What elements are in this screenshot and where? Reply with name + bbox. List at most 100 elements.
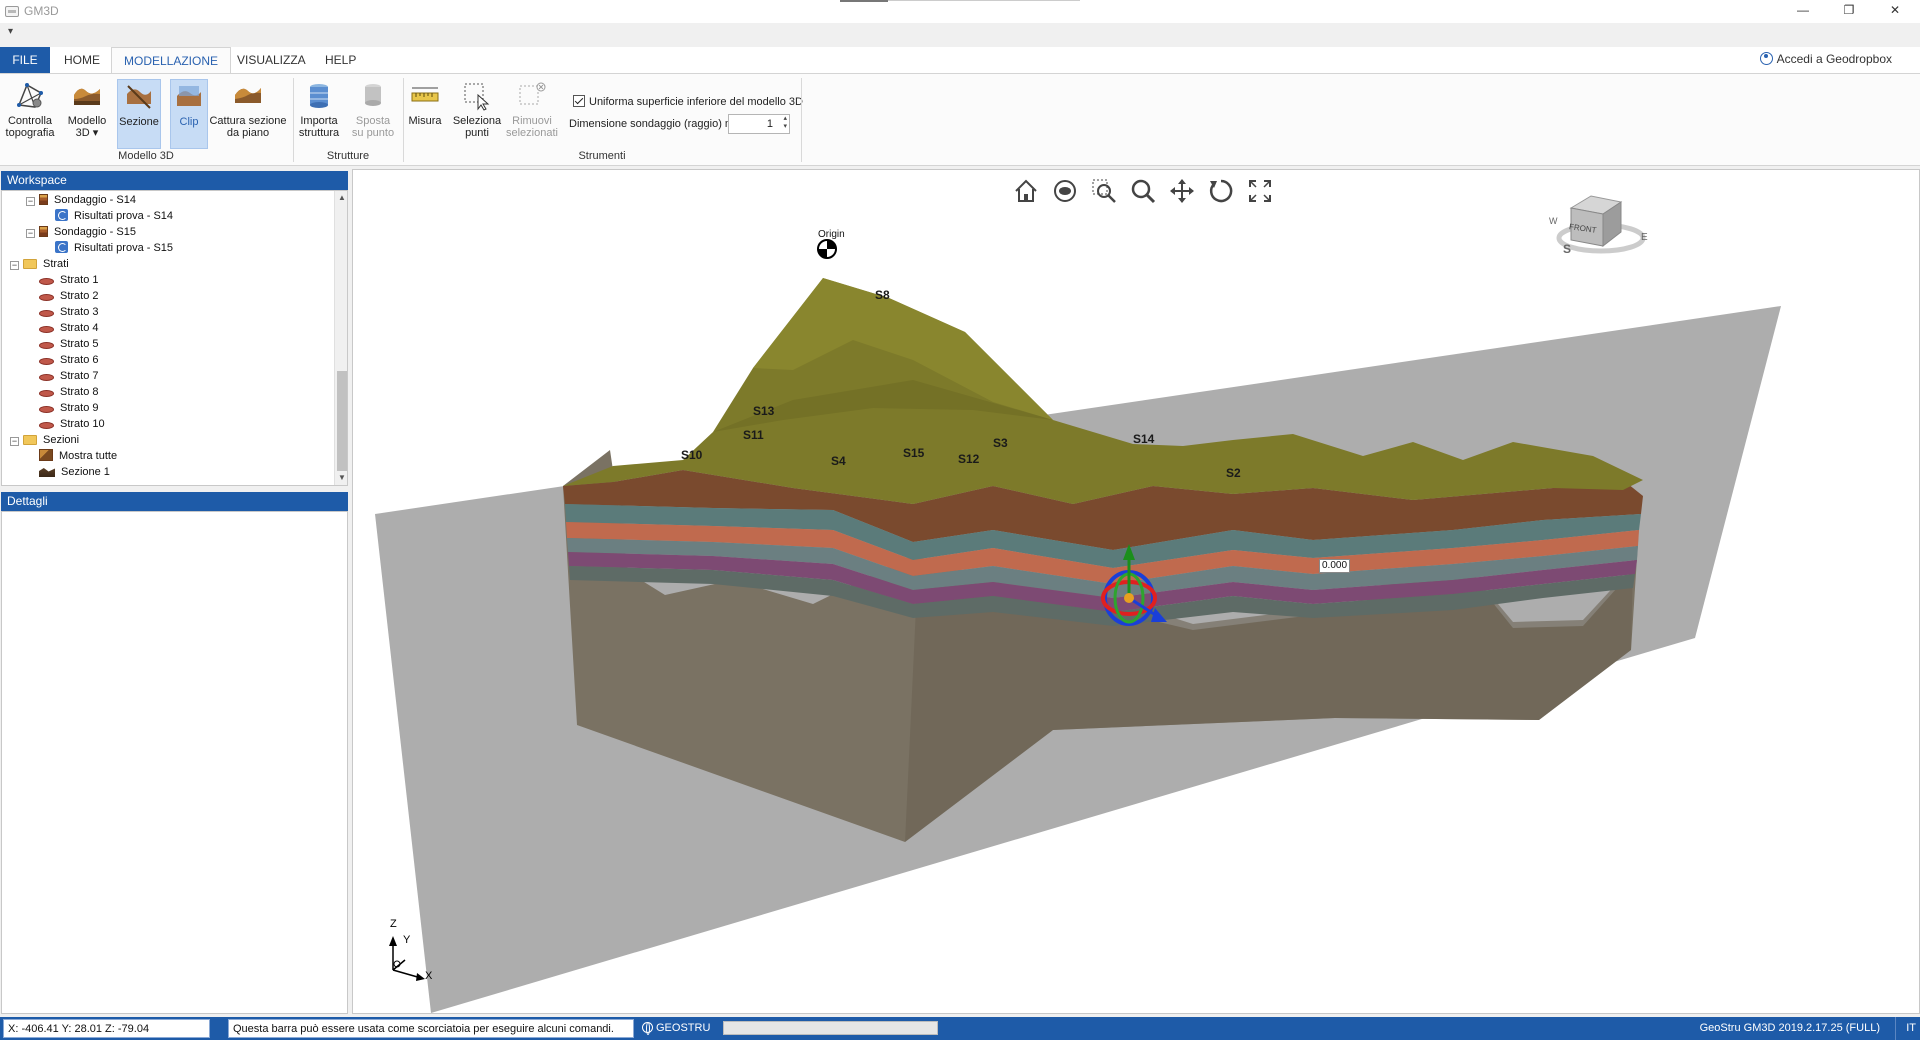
move-to-point-icon [365,84,381,106]
rimuovi-selezionati-button[interactable]: Rimuovi selezionati [506,79,558,149]
tree-expander-icon[interactable]: − [26,229,35,238]
scrollbar-thumb[interactable] [337,371,347,471]
home-view-icon[interactable] [1008,178,1044,208]
fullscreen-icon[interactable] [1242,178,1278,208]
tree-item[interactable]: Strato 6 [39,352,99,368]
tree-item[interactable]: Strato 7 [39,368,99,384]
3d-viewport[interactable]: Origin 0.000 S8 S13 S11 S10 S4 S15 S3 S1… [352,169,1920,1014]
clip-button[interactable]: Clip [170,79,208,149]
rimuovi-selezionati-label: Rimuovi selezionati [506,115,558,139]
borehole-label[interactable]: S8 [875,288,890,302]
group-separator [801,78,802,162]
tree-item[interactable]: Mostra tutte [39,448,117,464]
quick-access-toolbar-toggle[interactable]: ▾ [8,26,13,37]
importa-struttura-button[interactable]: Importa struttura [296,79,342,149]
compass-west: W [1549,216,1558,226]
details-header: Dettagli [1,492,348,511]
tree-item[interactable]: − Strati [10,256,69,272]
controlla-topografia-button[interactable]: Controlla topografia [2,79,58,149]
tree-item[interactable]: Strato 1 [39,272,99,288]
globe-icon [642,1022,653,1035]
tree-item[interactable]: Strato 4 [39,320,99,336]
login-label: Accedi a Geodropbox [1776,52,1892,66]
uniforma-superficie-checkbox[interactable]: Uniforma superficie inferiore del modell… [573,95,803,108]
tree-item[interactable]: − Sondaggio - S14 [26,192,136,208]
borehole-icon [39,194,48,205]
tree-item-label: Sondaggio - S15 [54,226,136,238]
title-bar: GM3D — ❐ ✕ [0,0,1920,23]
borehole-label[interactable]: S14 [1133,432,1154,446]
tab-home[interactable]: HOME [52,47,112,73]
borehole-icon [39,226,48,237]
title-accent-line [888,0,1080,1]
sezione-button[interactable]: Sezione [117,79,161,149]
axis-x-label: X [425,970,433,982]
scroll-up-arrow-icon[interactable]: ▲ [335,191,347,205]
tab-file[interactable]: FILE [0,47,50,73]
misura-button[interactable]: Misura [406,79,444,149]
minimize-button[interactable]: — [1780,0,1826,23]
borehole-label[interactable]: S13 [753,404,774,418]
tree-item[interactable]: Strato 9 [39,400,99,416]
command-shortcut-input[interactable]: Questa barra può essere usata come scorc… [228,1019,634,1038]
building-import-icon [310,84,328,108]
borehole-label[interactable]: S2 [1226,466,1241,480]
tree-item[interactable]: Strato 8 [39,384,99,400]
zoom-icon[interactable] [1125,178,1161,208]
tree-item-label: Sondaggio - S14 [54,194,136,206]
rotate-icon[interactable] [1203,178,1239,208]
tree-item[interactable]: − Sondaggio - S15 [26,224,136,240]
language-label[interactable]: IT [1895,1017,1916,1040]
tree-item[interactable]: Sezione 1 [39,464,110,480]
3d-scene[interactable] [353,170,1919,1013]
progress-bar [723,1021,938,1035]
tree-item[interactable]: Strato 5 [39,336,99,352]
app-icon [5,6,19,17]
orbit-view-icon[interactable] [1047,178,1083,208]
test-results-icon [55,209,68,221]
tree-expander-icon[interactable]: − [10,437,19,446]
uniforma-checkbox-box[interactable] [573,95,585,107]
tree-item[interactable]: Strato 2 [39,288,99,304]
tree-item[interactable]: Risultati prova - S15 [55,240,173,256]
geostru-link[interactable]: GEOSTRU [642,1017,710,1040]
borehole-label[interactable]: S3 [993,436,1008,450]
borehole-label[interactable]: S15 [903,446,924,460]
tree-item[interactable]: Strato 3 [39,304,99,320]
borehole-label[interactable]: S12 [958,452,979,466]
dimensione-label: Dimensione sondaggio (raggio) m [569,118,735,130]
close-button[interactable]: ✕ [1872,0,1918,23]
restore-button[interactable]: ❐ [1826,0,1872,23]
zoom-window-icon[interactable] [1086,178,1122,208]
cattura-sezione-button[interactable]: Cattura sezione da piano [209,79,287,149]
seleziona-punti-button[interactable]: Seleziona punti [452,79,502,149]
geodropbox-login-link[interactable]: Accedi a Geodropbox [1759,52,1892,66]
cursor-coordinates: X: -406.41 Y: 28.01 Z: -79.04 [3,1019,210,1038]
tree-expander-icon[interactable]: − [10,261,19,270]
pan-icon[interactable] [1164,178,1200,208]
scroll-down-arrow-icon[interactable]: ▼ [335,471,347,485]
borehole-label[interactable]: S4 [831,454,846,468]
tree-item[interactable]: − Sezioni [10,432,79,448]
seleziona-punti-label: Seleziona punti [452,115,502,139]
modello-3d-dropdown[interactable]: Modello 3D ▾ [62,79,112,149]
tab-modellazione[interactable]: MODELLAZIONE [111,47,232,74]
sposta-su-punto-button[interactable]: Sposta su punto [349,79,397,149]
tree-item-label: Strato 5 [60,338,99,350]
user-icon [1759,52,1773,65]
tree-scrollbar[interactable]: ▲ ▼ [334,191,347,485]
topography-check-icon [17,83,43,108]
tree-item-label: Strato 7 [60,370,99,382]
tab-help[interactable]: HELP [313,47,368,73]
dimensione-sondaggio-spinner[interactable]: 1 [728,114,790,134]
tree-item[interactable]: Strato 10 [39,416,105,432]
layer-icon [39,358,54,365]
tree-item-label: Strato 4 [60,322,99,334]
origin-label: Origin [818,229,845,240]
borehole-label[interactable]: S11 [743,428,764,442]
borehole-label[interactable]: S10 [681,448,702,462]
tab-visualizza[interactable]: VISUALIZZA [225,47,318,73]
layer-icon [39,278,54,285]
tree-item[interactable]: Risultati prova - S14 [55,208,173,224]
tree-expander-icon[interactable]: − [26,197,35,206]
